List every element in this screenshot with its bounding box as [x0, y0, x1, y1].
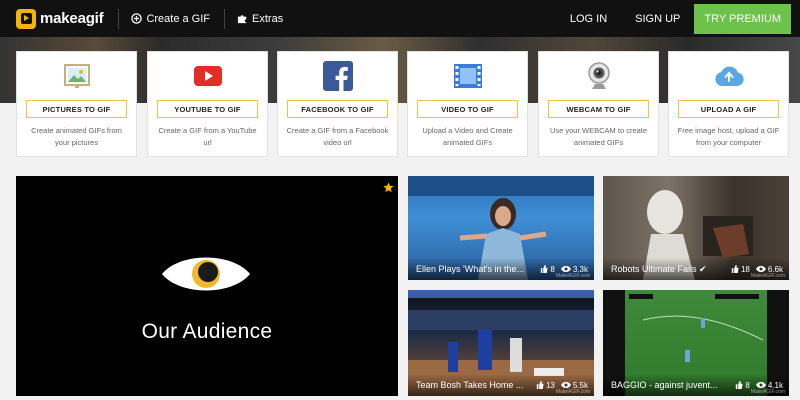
- like-icon: [541, 265, 549, 273]
- tile-pictures-to-gif[interactable]: PICTURES TO GIF Create animated GIFs fro…: [16, 51, 137, 157]
- tile-description: Upload a Video and Create animated GIFs: [422, 126, 513, 147]
- tile-youtube-to-gif[interactable]: YOUTUBE TO GIF Create a GIF from a YouTu…: [147, 51, 268, 157]
- like-count: 13: [545, 380, 555, 390]
- youtube-to-gif-button[interactable]: YOUTUBE TO GIF: [157, 100, 258, 118]
- create-gif-label: Create a GIF: [146, 12, 211, 25]
- tile-description: Free image host, upload a GIF from your …: [677, 126, 780, 147]
- nav-divider: [224, 8, 226, 29]
- tile-facebook-to-gif[interactable]: FACEBOOK TO GIF Create a GIF from a Face…: [277, 51, 398, 157]
- tile-description: Create a GIF from a Facebook video url: [286, 126, 389, 147]
- pictures-to-gif-button[interactable]: PICTURES TO GIF: [26, 100, 127, 118]
- facebook-icon: [278, 60, 397, 92]
- views-icon: [755, 381, 766, 389]
- try-premium-button[interactable]: TRY PREMIUM: [694, 3, 791, 34]
- tile-webcam-to-gif[interactable]: WEBCAM TO GIF Use your WEBCAM to create …: [538, 51, 659, 157]
- webcam-icon: [539, 60, 658, 92]
- extras-label: Extras: [252, 12, 284, 25]
- webcam-to-gif-button[interactable]: WEBCAM TO GIF: [548, 100, 649, 118]
- featured-title: Our Audience: [141, 320, 273, 343]
- signup-link[interactable]: SIGN UP: [635, 13, 680, 25]
- tile-description: Use your WEBCAM to create animated GIFs: [549, 126, 648, 147]
- like-count: 8: [745, 380, 750, 390]
- logo-text: makeagif: [40, 10, 104, 27]
- thumbnail-title: Robots Ultimate Fails ✔: [611, 263, 707, 274]
- film-icon: [408, 60, 527, 92]
- upload-cloud-icon: [669, 60, 788, 92]
- like-icon: [736, 381, 744, 389]
- thumbnail-title: Team Bosh Takes Home ...: [416, 380, 524, 390]
- like-icon: [731, 265, 739, 273]
- watermark: MakeAGIF.com: [555, 389, 590, 395]
- create-gif-link[interactable]: Create a GIF: [131, 13, 210, 25]
- picture-icon: [17, 60, 136, 92]
- tile-description: Create a GIF from a YouTube url: [158, 126, 257, 147]
- tile-video-to-gif[interactable]: VIDEO TO GIF Upload a Video and Create a…: [407, 51, 528, 157]
- views-icon: [560, 381, 571, 389]
- tile-description: Create animated GIFs from your pictures: [31, 126, 122, 147]
- nav-divider: [118, 8, 120, 29]
- facebook-to-gif-button[interactable]: FACEBOOK TO GIF: [287, 100, 388, 118]
- video-to-gif-button[interactable]: VIDEO TO GIF: [417, 100, 518, 118]
- watermark: MakeAGIF.com: [750, 389, 785, 395]
- youtube-icon: [148, 60, 267, 92]
- logo-icon: [16, 8, 36, 29]
- thumbnail-title: BAGGIO - against juvent...: [611, 380, 718, 390]
- star-icon[interactable]: [383, 180, 394, 198]
- views-icon: [560, 265, 571, 273]
- watermark: MakeAGIF.com: [750, 273, 785, 279]
- gif-thumbnail[interactable]: BAGGIO - against juvent... 8 4.1k MakeAG…: [603, 290, 789, 396]
- like-count: 18: [740, 264, 750, 274]
- like-count: 8: [550, 264, 555, 274]
- thumbnail-title: Ellen Plays 'What's in the...: [416, 264, 524, 274]
- top-navbar: makeagif Create a GIF Extras LOG IN SIGN…: [0, 0, 800, 37]
- watermark: MakeAGIF.com: [555, 273, 590, 279]
- eye-icon: [160, 246, 252, 307]
- gif-thumbnail[interactable]: Robots Ultimate Fails ✔ 18 6.6k MakeAGIF…: [603, 176, 789, 280]
- like-icon: [536, 381, 544, 389]
- puzzle-icon: [237, 13, 248, 24]
- gif-thumbnail[interactable]: Ellen Plays 'What's in the... 8 3.3k Mak…: [408, 176, 594, 280]
- gif-thumbnail[interactable]: Team Bosh Takes Home ... 13 5.5k MakeAGI…: [408, 290, 594, 396]
- plus-circle-icon: [131, 13, 143, 24]
- upload-a-gif-button[interactable]: UPLOAD A GIF: [678, 100, 779, 118]
- extras-link[interactable]: Extras: [237, 13, 283, 25]
- views-icon: [755, 265, 766, 273]
- logo[interactable]: makeagif: [16, 8, 104, 29]
- featured-gif-card[interactable]: Our Audience: [16, 176, 398, 396]
- tile-upload-a-gif[interactable]: UPLOAD A GIF Free image host, upload a G…: [668, 51, 789, 157]
- login-link[interactable]: LOG IN: [570, 13, 607, 25]
